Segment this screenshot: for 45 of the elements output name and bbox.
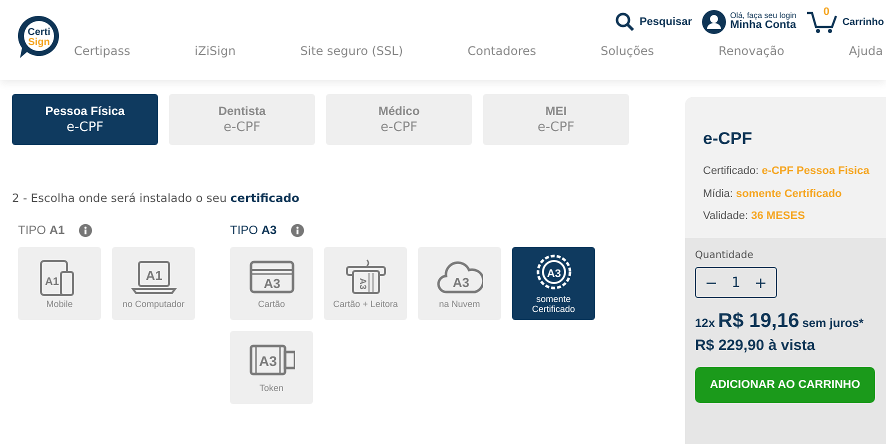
summary-detail: Mídia: somente Certificado	[703, 186, 843, 202]
media-option[interactable]: A3 na Nuvem	[418, 247, 501, 320]
cart-link[interactable]: Carrinho	[842, 16, 884, 28]
media-option[interactable]: A3 Cartão + Leitora	[324, 247, 407, 320]
profile-tab[interactable]: MEI e-CPF	[483, 94, 629, 145]
media-option[interactable]: A3 Token	[230, 331, 313, 404]
nav-link[interactable]: Contadores	[467, 44, 536, 58]
summary-title: e-CPF	[703, 129, 754, 149]
nav-link[interactable]: Ajuda	[848, 44, 883, 58]
user-icon[interactable]	[702, 10, 726, 34]
installment-terms: sem juros*	[802, 316, 864, 330]
type-heading: TIPO A3	[230, 223, 277, 237]
quantity-label: Quantidade	[695, 250, 754, 261]
type-heading: TIPO A1	[18, 223, 65, 237]
installment-count: 12x	[695, 316, 716, 330]
summary-detail: Validade: 36 MESES	[703, 209, 806, 224]
instruction-text: 2 - Escolha onde será instalado o seu certificado	[12, 191, 300, 205]
media-option[interactable]: A1 Mobile	[18, 247, 101, 320]
media-option[interactable]: A3 somente Certificado	[512, 247, 595, 320]
media-option[interactable]: A1 no Computador	[112, 247, 195, 320]
media-option[interactable]: A3 Cartão	[230, 247, 313, 320]
nav-link[interactable]: Soluções	[600, 44, 654, 58]
cart-count: 0	[823, 6, 830, 18]
nav-link[interactable]: iZiSign	[194, 44, 236, 58]
profile-tab[interactable]: Médico e-CPF	[326, 94, 472, 145]
quantity-stepper[interactable]: − 1 +	[695, 267, 777, 298]
search-icon[interactable]	[615, 12, 636, 32]
nav-link[interactable]: Renovação	[718, 44, 784, 58]
installment-price: R$ 19,16	[718, 310, 800, 333]
search-link[interactable]: Pesquisar	[639, 16, 692, 28]
info-icon[interactable]	[78, 224, 92, 236]
profile-tab[interactable]: Dentista e-CPF	[169, 94, 315, 145]
info-icon[interactable]	[290, 224, 304, 236]
account-link[interactable]: Minha Conta	[730, 20, 796, 32]
quantity-value: 1	[732, 274, 740, 290]
plus-button[interactable]: +	[750, 274, 771, 292]
logo[interactable]: Certi Sign	[16, 14, 62, 60]
nav-link[interactable]: Certipass	[74, 44, 130, 58]
profile-tab[interactable]: Pessoa Física e-CPF	[12, 94, 158, 145]
login-greeting: Olá, faça seu login	[730, 12, 796, 20]
summary-detail: Certificado: e-CPF Pessoa Fisica	[703, 164, 870, 179]
cash-price: R$ 229,90 à vista	[695, 337, 816, 354]
minus-button[interactable]: −	[700, 274, 722, 292]
add-to-cart-button[interactable]: ADICIONAR AO CARRINHO	[695, 367, 875, 403]
nav-link[interactable]: Site seguro (SSL)	[300, 44, 404, 58]
